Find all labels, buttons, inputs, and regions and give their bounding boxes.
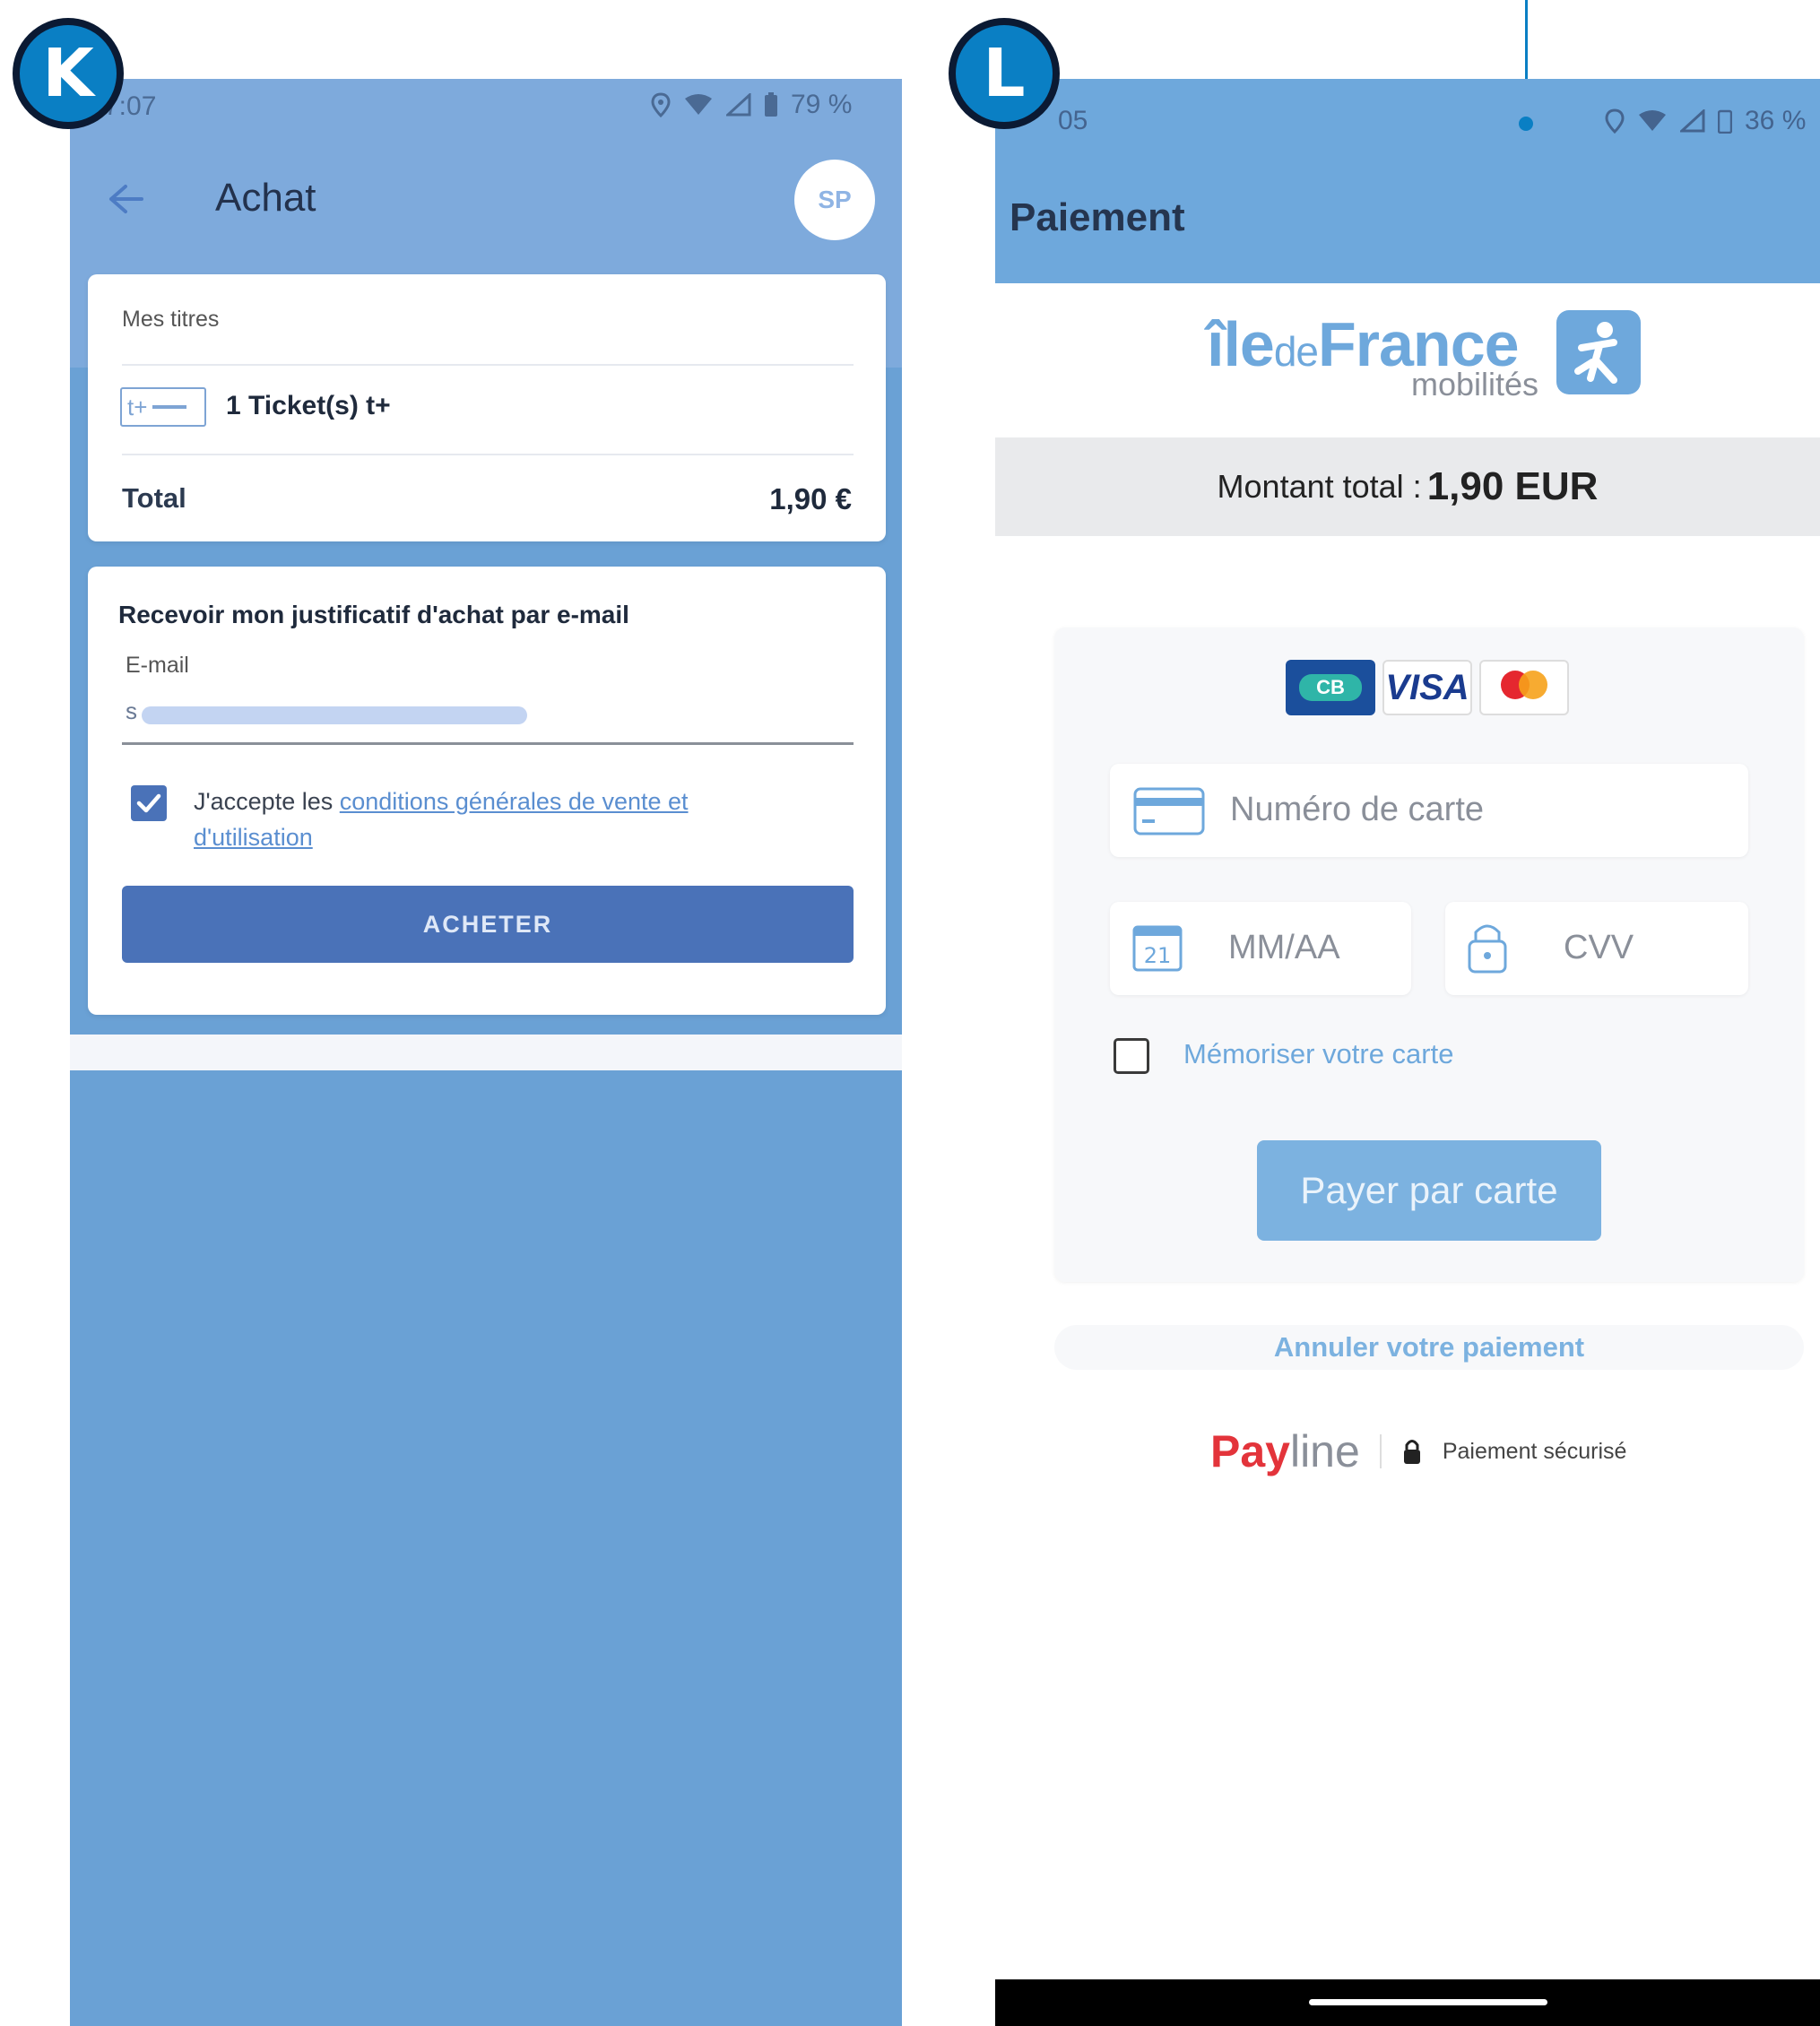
payment-screen: 05 36 % Paiement îledeFrance mobilités M… xyxy=(995,79,1820,2026)
ticket-icon-label: t+ xyxy=(127,393,148,420)
terms-checkbox[interactable] xyxy=(131,785,167,821)
page-title: Achat xyxy=(215,176,316,220)
credit-card-icon xyxy=(1133,787,1205,836)
navigation-bar xyxy=(995,1979,1820,2026)
total-label: Total xyxy=(122,482,186,514)
expiry-placeholder: MM/AA xyxy=(1228,929,1340,966)
visa-logo: VISA xyxy=(1382,660,1472,715)
content-bottom xyxy=(70,1035,902,1070)
cancel-payment-link[interactable]: Annuler votre paiement xyxy=(1054,1325,1804,1370)
email-label: E-mail xyxy=(126,653,189,678)
status-time: 05 xyxy=(1058,106,1088,135)
ticket-icon: t+ xyxy=(120,387,206,427)
svg-text:21: 21 xyxy=(1144,943,1172,968)
email-blurred xyxy=(142,706,527,724)
remember-card-checkbox[interactable] xyxy=(1114,1038,1149,1074)
purchase-screen: 7:07 79 % Achat SP Mes titres t+ 1 Ticke… xyxy=(70,79,902,2026)
lock-icon xyxy=(1468,924,1507,974)
status-icons: 79 % xyxy=(651,90,852,120)
wifi-icon xyxy=(1639,110,1666,131)
padlock-icon xyxy=(1403,1440,1420,1464)
callout-dot xyxy=(1519,117,1533,131)
total-label: Montant total : xyxy=(1217,468,1422,505)
email-value: s xyxy=(126,697,137,724)
receipt-heading: Recevoir mon justificatif d'achat par e-… xyxy=(118,601,629,628)
terms-link-2[interactable]: d'utilisation xyxy=(194,824,313,851)
location-icon xyxy=(1605,108,1625,134)
pay-by-card-button[interactable]: Payer par carte xyxy=(1257,1140,1601,1241)
email-field[interactable]: s xyxy=(122,688,854,745)
avatar[interactable]: SP xyxy=(794,160,875,240)
terms-prefix: J'accepte les xyxy=(194,788,340,815)
battery-icon xyxy=(1718,109,1732,134)
cb-logo-text: CB xyxy=(1299,674,1362,701)
home-handle[interactable] xyxy=(1309,1999,1547,2005)
page-title: Paiement xyxy=(1010,195,1185,239)
status-icons: 36 % xyxy=(1605,106,1806,136)
footer-divider xyxy=(1379,1434,1382,1468)
total-bar: Montant total : 1,90 EUR xyxy=(995,437,1820,536)
signal-icon xyxy=(1680,109,1705,133)
cvv-field[interactable]: CVV xyxy=(1445,902,1748,995)
payment-form-card: CB VISA Numéro de carte 21 MM/AA CVV Mém… xyxy=(1054,628,1804,1282)
idf-mobilites-logo: îledeFrance mobilités xyxy=(1207,308,1646,425)
total-value: 1,90 € xyxy=(769,482,852,515)
transit-person-icon xyxy=(1556,310,1641,394)
section-label: Mes titres xyxy=(122,307,220,332)
payline-logo: Payline xyxy=(1210,1426,1360,1476)
back-arrow-icon[interactable] xyxy=(106,181,145,217)
payment-footer: Payline Paiement sécurisé xyxy=(1210,1425,1626,1477)
mastercard-icon xyxy=(1501,671,1547,699)
battery-percent: 36 % xyxy=(1745,106,1807,135)
secure-payment-label: Paiement sécurisé xyxy=(1442,1438,1627,1464)
battery-icon xyxy=(765,92,777,117)
wifi-icon xyxy=(685,94,712,115)
cb-logo: CB xyxy=(1286,660,1375,715)
step-badge-k: K xyxy=(13,18,124,129)
order-summary-card: Mes titres t+ 1 Ticket(s) t+ Total 1,90 … xyxy=(88,274,886,541)
card-number-field[interactable]: Numéro de carte xyxy=(1110,764,1748,857)
location-icon xyxy=(651,92,671,117)
signal-icon xyxy=(726,93,751,117)
total-amount: 1,90 EUR xyxy=(1426,464,1599,508)
expiry-field[interactable]: 21 MM/AA xyxy=(1110,902,1411,995)
card-number-placeholder: Numéro de carte xyxy=(1230,791,1485,828)
terms-text: J'accepte les conditions générales de ve… xyxy=(194,784,821,855)
receipt-card: Recevoir mon justificatif d'achat par e-… xyxy=(88,567,886,1015)
divider xyxy=(122,364,854,366)
divider xyxy=(122,454,854,455)
ticket-label: 1 Ticket(s) t+ xyxy=(226,391,391,420)
remember-card-label[interactable]: Mémoriser votre carte xyxy=(1183,1038,1453,1070)
logo-subtitle: mobilités xyxy=(1411,366,1539,403)
cvv-placeholder: CVV xyxy=(1564,929,1634,966)
terms-link[interactable]: conditions générales de vente et xyxy=(340,788,689,815)
calendar-icon: 21 xyxy=(1132,925,1183,972)
buy-button[interactable]: ACHETER xyxy=(122,886,854,963)
step-badge-l: L xyxy=(949,18,1060,129)
battery-percent: 79 % xyxy=(791,90,853,119)
check-icon xyxy=(136,793,161,813)
mastercard-logo xyxy=(1479,660,1569,715)
